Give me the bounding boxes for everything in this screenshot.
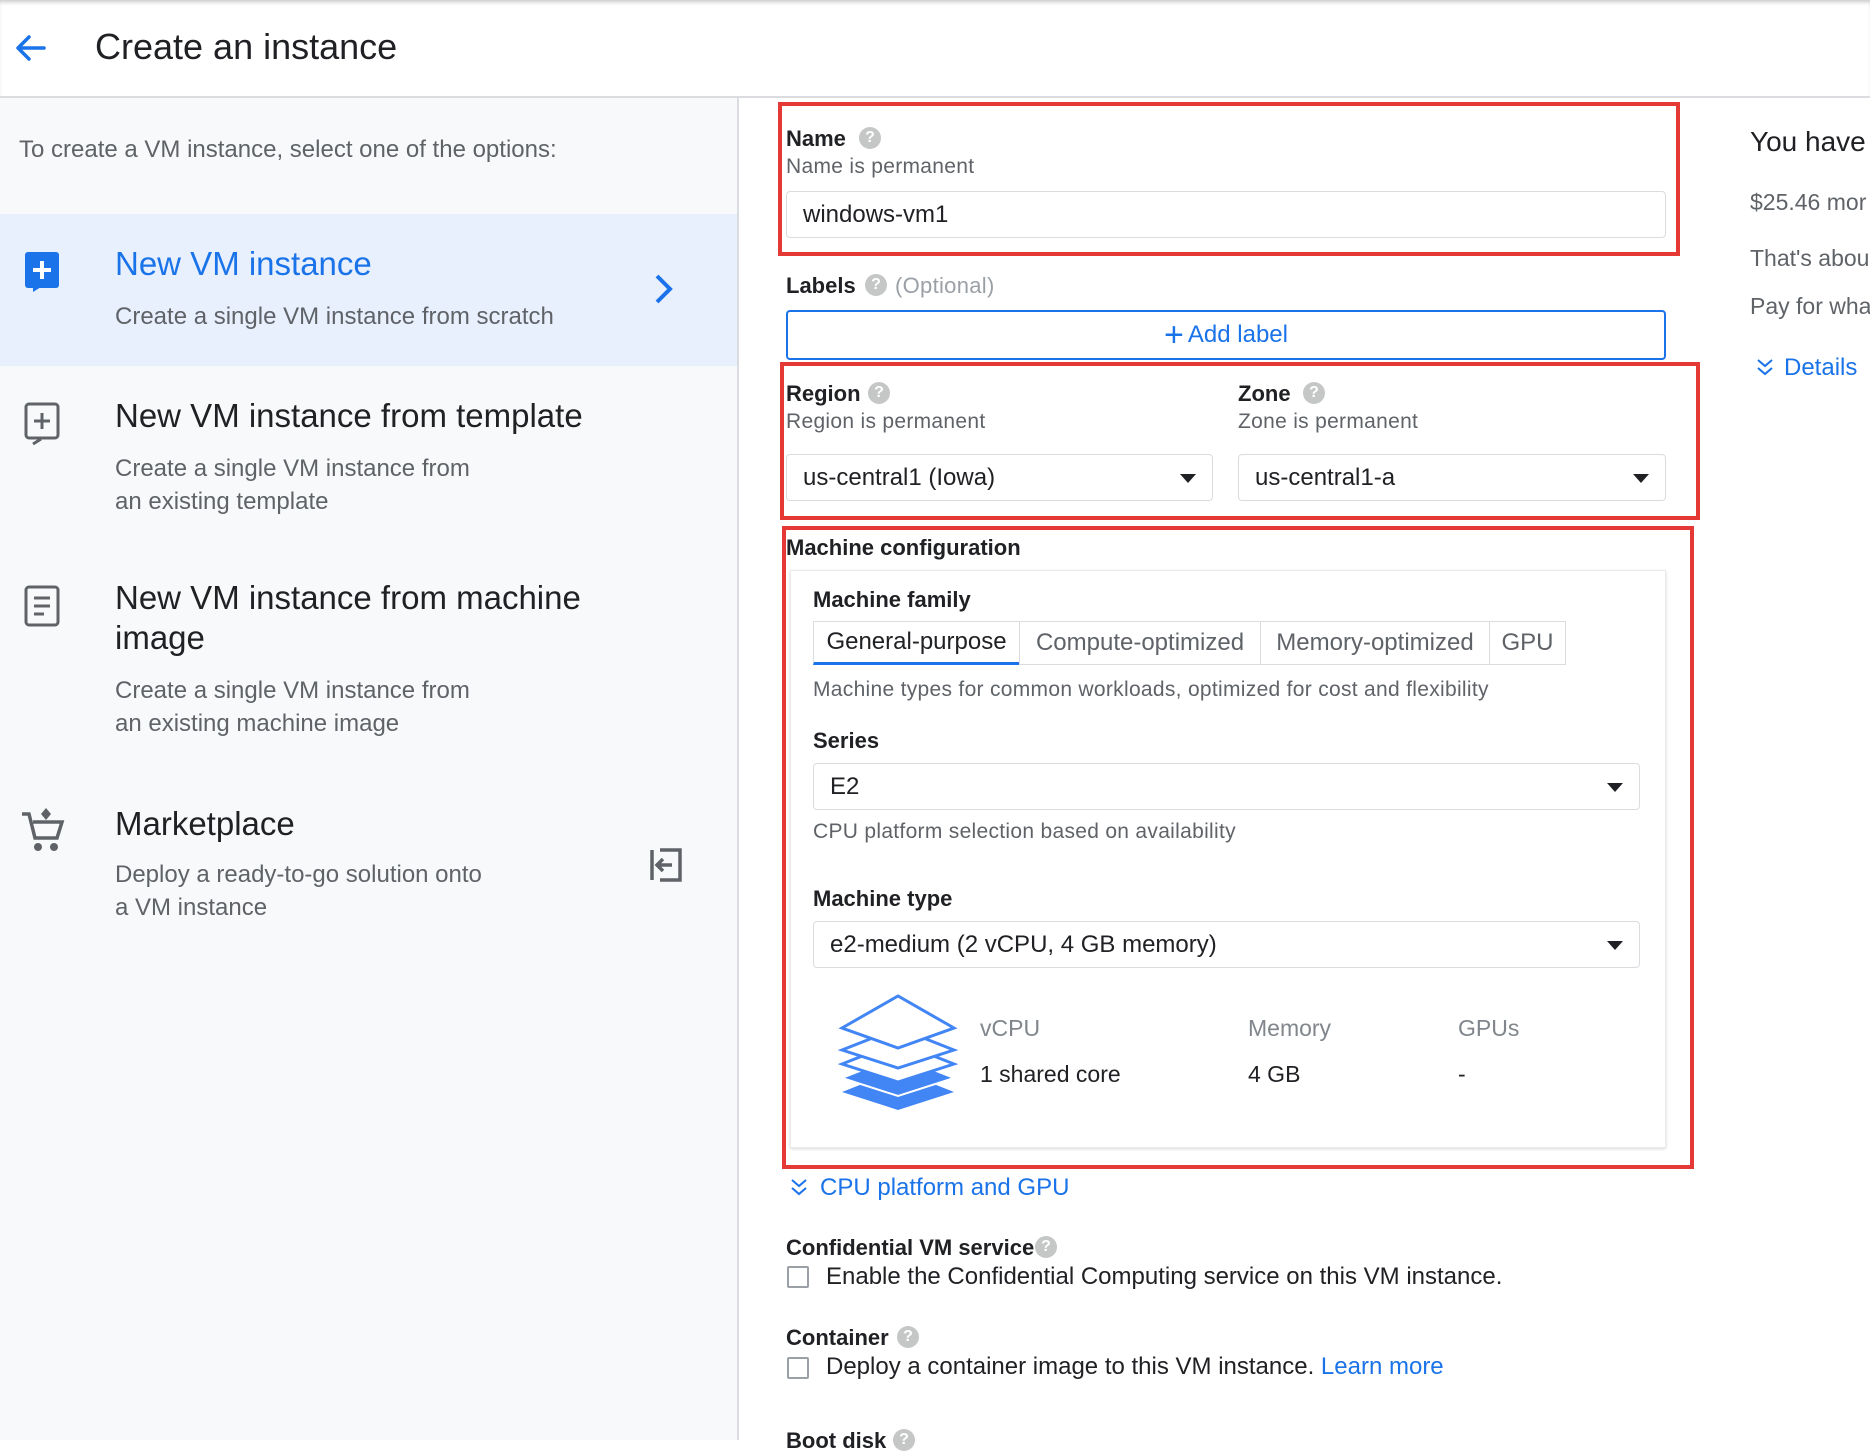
machine-image-icon: [24, 585, 62, 634]
option-from-template[interactable]: New VM instance from template Create a s…: [0, 380, 737, 530]
details-link[interactable]: Details: [1784, 354, 1857, 382]
help-icon[interactable]: ?: [868, 382, 890, 404]
cost-line-2: Pay for wha: [1750, 293, 1870, 319]
option-title: New VM instance from machine image: [115, 579, 581, 656]
help-icon[interactable]: ?: [859, 127, 881, 149]
option-from-machine-image[interactable]: New VM instance from machine image Create…: [0, 566, 737, 756]
cpu-platform-gpu-link[interactable]: CPU platform and GPU: [820, 1174, 1069, 1202]
series-desc: CPU platform selection based on availabi…: [813, 820, 1236, 843]
option-desc: Deploy a ready-to-go solution onto a VM i…: [115, 861, 482, 921]
series-label: Series: [813, 728, 880, 753]
back-arrow-icon[interactable]: [10, 28, 50, 68]
open-external-icon[interactable]: [648, 846, 684, 889]
container-checkbox-label: Deploy a container image to this VM inst…: [826, 1353, 1444, 1380]
machine-family-label: Machine family: [813, 587, 971, 612]
expand-chevron-icon: [788, 1176, 810, 1203]
name-label: Name: [786, 126, 846, 151]
tab-memory-optimized[interactable]: Memory-optimized: [1260, 621, 1490, 665]
option-desc: Create a single VM instance from scratch: [115, 303, 554, 330]
help-icon[interactable]: ?: [897, 1326, 919, 1348]
help-icon[interactable]: ?: [1035, 1236, 1057, 1258]
page-title: Create an instance: [95, 26, 398, 67]
cost-price: $25.46 mor: [1750, 189, 1867, 215]
confidential-checkbox[interactable]: [787, 1266, 809, 1288]
options-intro: To create a VM instance, select one of t…: [19, 136, 557, 163]
tab-gpu[interactable]: GPU: [1489, 621, 1566, 665]
container-label: Container: [786, 1325, 889, 1350]
option-new-vm-instance[interactable]: New VM instance Create a single VM insta…: [0, 214, 737, 366]
vcpu-value: 1 shared core: [980, 1061, 1121, 1087]
help-icon[interactable]: ?: [1303, 382, 1325, 404]
machine-type-label: Machine type: [813, 886, 953, 911]
option-desc: Create a single VM instance from an exist…: [115, 677, 470, 737]
machine-family-desc: Machine types for common workloads, opti…: [813, 678, 1489, 701]
zone-sub: Zone is permanent: [1238, 410, 1419, 433]
option-desc: Create a single VM instance from an exist…: [115, 455, 470, 515]
cost-title: You have: [1750, 126, 1866, 157]
help-icon[interactable]: ?: [865, 274, 887, 296]
option-title: Marketplace: [115, 805, 295, 842]
cart-icon: [18, 806, 68, 861]
tab-general-purpose[interactable]: General-purpose: [813, 621, 1020, 665]
machine-type-select[interactable]: e2-medium (2 vCPU, 4 GB memory): [813, 921, 1640, 968]
dropdown-caret-icon: [1607, 782, 1623, 792]
memory-header: Memory: [1248, 1015, 1332, 1041]
tab-compute-optimized[interactable]: Compute-optimized: [1019, 621, 1261, 665]
option-marketplace[interactable]: Marketplace Deploy a ready-to-go solutio…: [0, 792, 737, 942]
help-icon[interactable]: ?: [893, 1429, 915, 1451]
machine-config-title: Machine configuration: [786, 535, 1021, 560]
option-title: New VM instance: [115, 245, 372, 282]
region-sub: Region is permanent: [786, 410, 986, 433]
plus-icon: +: [1164, 316, 1184, 354]
boot-disk-label: Boot disk: [786, 1428, 887, 1453]
gpus-header: GPUs: [1458, 1015, 1520, 1041]
zone-label: Zone: [1238, 381, 1291, 406]
name-input[interactable]: windows-vm1: [786, 191, 1666, 238]
name-sub: Name is permanent: [786, 155, 975, 178]
series-select[interactable]: E2: [813, 763, 1640, 810]
gpus-value: -: [1458, 1061, 1466, 1087]
region-label: Region: [786, 381, 861, 406]
labels-optional: (Optional): [895, 273, 995, 298]
confidential-checkbox-label: Enable the Confidential Computing servic…: [826, 1263, 1503, 1290]
memory-value: 4 GB: [1248, 1061, 1301, 1087]
add-label-button[interactable]: + Add label: [786, 310, 1666, 360]
confidential-vm-label: Confidential VM service: [786, 1235, 1035, 1260]
region-select[interactable]: us-central1 (Iowa): [786, 454, 1213, 501]
dropdown-caret-icon: [1633, 473, 1649, 483]
dropdown-caret-icon: [1607, 940, 1623, 950]
zone-select[interactable]: us-central1-a: [1238, 454, 1666, 501]
labels-label: Labels: [786, 273, 856, 298]
chevron-right-icon: [652, 272, 676, 311]
layers-icon: [837, 994, 959, 1119]
expand-chevron-icon: [1754, 356, 1776, 383]
container-checkbox[interactable]: [787, 1357, 809, 1379]
vcpu-header: vCPU: [980, 1015, 1041, 1041]
add-box-icon: [24, 251, 62, 298]
dropdown-caret-icon: [1180, 473, 1196, 483]
cost-line-1: That's abou: [1750, 245, 1870, 271]
learn-more-link[interactable]: Learn more: [1321, 1353, 1444, 1380]
option-title: New VM instance from template: [115, 397, 583, 434]
add-box-outline-icon: [24, 402, 62, 451]
